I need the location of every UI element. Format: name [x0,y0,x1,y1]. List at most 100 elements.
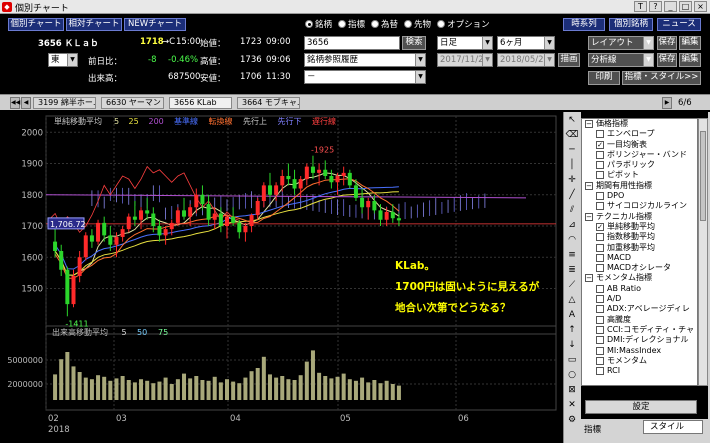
fibonacci-icon[interactable]: ≣ [564,263,580,277]
settings-button[interactable]: 設定 [585,400,697,414]
stock-info-button[interactable]: 個別銘柄 [609,18,653,31]
checkbox-icon[interactable] [596,233,604,242]
triangle-icon[interactable]: △ [564,293,580,307]
indicator-group[interactable]: − モメンタム指標 [582,273,697,283]
indicator-item[interactable]: 加重移動平均 [582,243,697,253]
collapse-icon[interactable]: − [585,212,593,221]
timeseries-button[interactable]: 時系列 [563,18,605,31]
collapse-icon[interactable]: − [585,181,593,190]
indicator-style-button[interactable]: 指標・スタイル>> [622,71,701,85]
news-button[interactable]: ニュース [657,18,701,31]
analysis-save-button[interactable]: 保存 [657,53,677,67]
radio-futures[interactable]: 先物 [404,18,431,30]
checkbox-icon[interactable] [596,171,604,180]
style-tab[interactable]: スタイル [643,420,703,434]
print-button[interactable]: 印刷 [588,71,620,85]
checkbox-icon[interactable] [596,305,604,314]
indicator-item[interactable]: AB Ratio [582,284,697,294]
indicator-group[interactable]: − 価格指標 [582,119,697,129]
arrow-up-icon[interactable]: ↑ [564,323,580,337]
checkbox-icon[interactable]: ✓ [596,222,604,231]
indicator-item[interactable]: DPO [582,191,697,201]
arrow-down-icon[interactable]: ↓ [564,338,580,352]
date-to-select[interactable]: 2018/05/25 ▼ [497,53,555,67]
layout-save-button[interactable]: 保存 [657,36,677,50]
checkbox-icon[interactable] [596,295,604,304]
checkbox-icon[interactable] [596,336,604,345]
rectangle-icon[interactable]: ▭ [564,353,580,367]
cursor-icon[interactable]: ↖ [564,113,580,127]
minimize-button[interactable]: _ [664,1,677,12]
indicator-item[interactable]: MACDオシレータ [582,263,697,273]
text-icon[interactable]: A [564,308,580,322]
blank-select[interactable]: － ▼ [304,70,426,84]
checkbox-icon[interactable] [596,284,604,293]
indicator-item[interactable]: モメンタム [582,356,697,366]
indicator-item[interactable]: A/D [582,294,697,304]
first-tab-icon[interactable]: ◀◀ [10,97,20,109]
trend-line-icon[interactable]: ╱ [564,188,580,202]
checkbox-icon[interactable] [596,243,604,252]
range-select[interactable]: 6ヶ月 ▼ [497,36,555,50]
checkbox-icon[interactable] [596,264,604,273]
price-chart[interactable]: 2000 1900 1800 1700 1600 1500 02 03 04 05 06 2018 1,… [0,112,562,443]
checkbox-icon[interactable] [596,161,604,170]
tab-stock-3656[interactable]: 3656 KLab [169,97,232,109]
indicator-item[interactable]: エンベロープ [582,129,697,139]
indicator-item[interactable]: MI:MassIndex [582,346,697,356]
chart-area[interactable]: 2000 1900 1800 1700 1600 1500 02 03 04 05 06 2018 1,… [0,112,562,443]
maximize-button[interactable]: □ [679,1,692,12]
checkbox-icon[interactable] [596,325,604,334]
delete-all-icon[interactable]: ✕ [564,398,580,412]
checkbox-icon[interactable] [596,253,604,262]
layout-select[interactable]: レイアウト ▼ [588,36,654,50]
indicator-item[interactable]: ピボット [582,170,697,180]
tab-stock-6630[interactable]: 6630 ヤーマン [101,97,164,109]
indicator-item[interactable]: ✓ 単純移動平均 [582,222,697,232]
gann-icon[interactable]: ⊠ [564,383,580,397]
checkbox-icon[interactable] [596,315,604,324]
market-select[interactable]: 東 ▼ [48,53,78,67]
tab-stock-3664[interactable]: 3664 モブキャ… [237,97,300,109]
parallel-line-icon[interactable]: ⫽ [564,203,580,217]
analysis-edit-button[interactable]: 編集 [679,53,701,67]
checkbox-icon[interactable] [596,367,604,376]
indicator-item[interactable]: CCI:コモディティ・チャ [582,325,697,335]
tab-individual-chart[interactable]: 個別チャート [8,18,64,31]
indicator-scrollbar[interactable] [698,118,708,386]
close-button[interactable]: × [694,1,707,12]
indicator-group[interactable]: − 期間有用性指標 [582,181,697,191]
radio-options[interactable]: オプション [437,18,490,30]
radio-forex[interactable]: 為替 [371,18,398,30]
indicator-item[interactable]: ADX:アベレージディレ [582,304,697,314]
collapse-icon[interactable]: − [585,274,593,283]
checkbox-icon[interactable] [596,130,604,139]
indicator-item[interactable]: ボリンジャー・バンド [582,150,697,160]
text-button[interactable]: T [634,1,647,12]
prev-tab-icon[interactable]: ◀ [21,97,31,109]
arc-line-icon[interactable]: ◠ [564,233,580,247]
horizontal-line-icon[interactable]: ─ [564,143,580,157]
tab-relative-chart[interactable]: 相対チャート [66,18,122,31]
radio-stock[interactable]: 銘柄 [305,18,332,30]
checkbox-icon[interactable]: ✓ [596,140,604,149]
draw-button[interactable]: 描画 [558,53,580,67]
crosshair-icon[interactable]: ✛ [564,173,580,187]
collapse-icon[interactable]: − [585,120,593,128]
analysis-select[interactable]: 分析線 ▼ [588,53,654,67]
ray-line-icon[interactable]: ⟋ [564,278,580,292]
checkbox-icon[interactable] [596,192,604,201]
help-button[interactable]: ? [649,1,662,12]
channel-icon[interactable]: ≡ [564,248,580,262]
indicator-item[interactable]: 指数移動平均 [582,232,697,242]
checkbox-icon[interactable] [596,150,604,159]
tab-stock-3199[interactable]: 3199 綿半ホー… [33,97,96,109]
indicator-item[interactable]: サイコロジカルライン [582,201,697,211]
indicator-item[interactable]: パラボリック [582,160,697,170]
ellipse-icon[interactable]: ○ [564,368,580,382]
indicator-group[interactable]: − テクニカル指標 [582,212,697,222]
next-tab-icon[interactable]: ▶ [662,97,672,109]
indicator-item[interactable]: DMI:ディレクショナル [582,335,697,345]
vertical-line-icon[interactable]: │ [564,158,580,172]
radio-index[interactable]: 指標 [338,18,365,30]
